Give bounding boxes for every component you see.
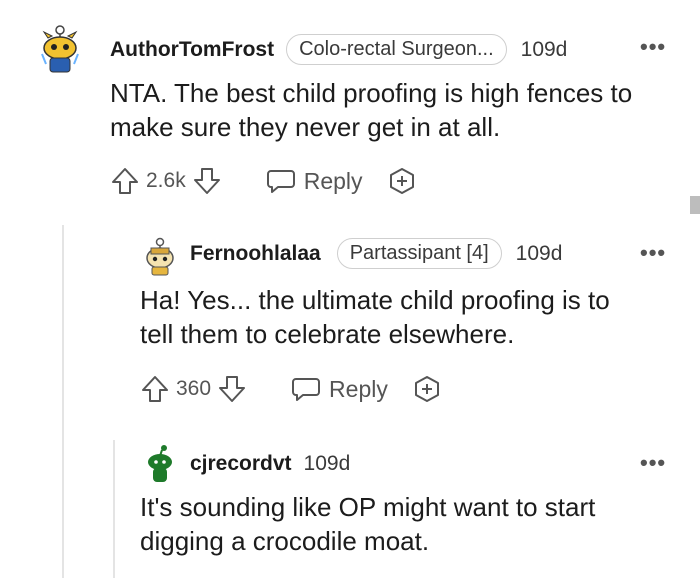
comment-body: Ha! Yes... the ultimate child proofing i… [140, 283, 610, 351]
award-icon[interactable] [387, 166, 417, 196]
snoo-avatar-icon [146, 237, 174, 276]
reply-button[interactable]: Reply [291, 375, 388, 403]
comment-body: It's sounding like OP might want to star… [140, 490, 595, 558]
downvote-icon[interactable] [217, 374, 247, 404]
snoo-avatar-icon [41, 25, 79, 73]
comment-body-line: make sure they never get in at all. [110, 112, 501, 142]
reply-icon [266, 167, 296, 195]
avatar[interactable] [38, 24, 82, 73]
thread-line-nested[interactable] [113, 440, 115, 578]
more-options-icon[interactable]: ••• [640, 240, 666, 266]
comment-body-line: NTA. The best child proofing is high fen… [110, 78, 633, 108]
comment-body-line: tell them to celebrate elsewhere. [140, 319, 515, 349]
username[interactable]: cjrecordvt [190, 452, 292, 476]
reply-label: Reply [329, 375, 388, 402]
comment-body: NTA. The best child proofing is high fen… [110, 76, 632, 144]
username[interactable]: AuthorTomFrost [110, 38, 274, 62]
reply-icon [291, 375, 321, 403]
username[interactable]: Fernoohlalaa [190, 242, 321, 266]
avatar[interactable] [140, 236, 184, 280]
award-icon[interactable] [412, 374, 442, 404]
vote-score: 360 [176, 377, 212, 400]
avatar[interactable] [140, 444, 184, 488]
scrollbar-thumb[interactable] [690, 196, 700, 214]
more-options-icon[interactable]: ••• [640, 34, 666, 60]
more-options-icon[interactable]: ••• [640, 450, 666, 476]
user-flair: Partassipant [4] [336, 238, 502, 269]
downvote-icon[interactable] [192, 166, 222, 196]
vote-score: 2.6k [146, 169, 186, 192]
timestamp: 109d [515, 241, 563, 265]
upvote-icon[interactable] [110, 166, 140, 196]
comment-body-line: It's sounding like OP might want to star… [140, 492, 596, 522]
comment-body-line: Ha! Yes... the ultimate child proofing i… [140, 285, 610, 315]
timestamp: 109d [303, 452, 351, 475]
upvote-icon[interactable] [140, 374, 170, 404]
comment-body-line: digging a crocodile moat. [140, 526, 430, 556]
thread-line[interactable] [62, 225, 64, 578]
user-flair: Colo-rectal Surgeon... [286, 34, 507, 65]
reply-button[interactable]: Reply [266, 167, 363, 195]
timestamp: 109d [520, 37, 568, 61]
reply-label: Reply [303, 167, 363, 194]
snoo-avatar-icon [148, 445, 172, 482]
